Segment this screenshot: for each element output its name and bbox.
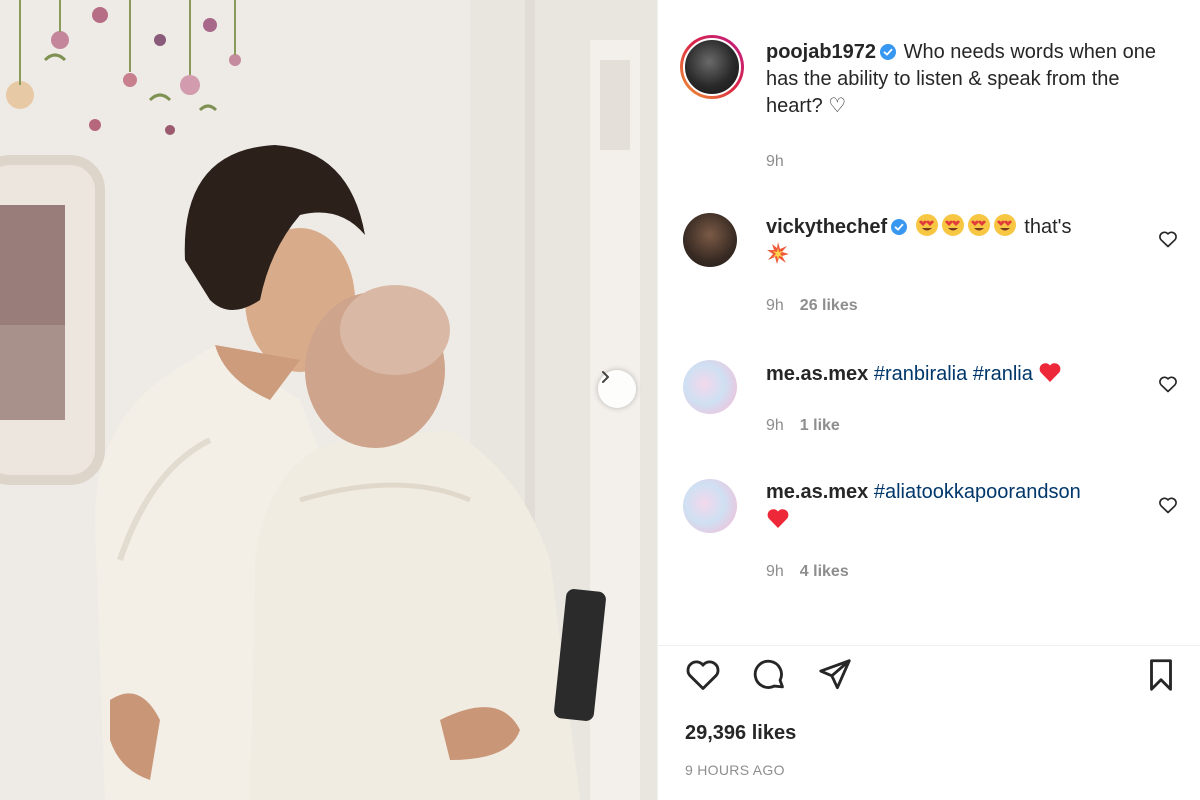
- photo-illustration: [0, 0, 657, 800]
- post-likes-count[interactable]: 29,396 likes: [685, 722, 796, 745]
- comment-time[interactable]: 9h: [766, 297, 784, 314]
- comment-meta: 9h 26 likes: [766, 297, 874, 315]
- verified-badge-icon: [891, 219, 908, 235]
- comment-like-heart-icon[interactable]: [1158, 495, 1178, 515]
- comment-meta: 9h 1 like: [766, 417, 856, 435]
- chevron-right-icon: [602, 371, 609, 383]
- caption-meta: 9h: [766, 153, 800, 171]
- caption-time[interactable]: 9h: [766, 153, 784, 170]
- comment-username[interactable]: me.as.mex: [766, 363, 868, 385]
- heart-eyes-emoji-icon: [993, 214, 1016, 236]
- comment-hashtags[interactable]: #ranbiralia #ranlia: [874, 363, 1033, 385]
- post-photo[interactable]: [0, 0, 657, 800]
- next-photo-button[interactable]: [598, 370, 636, 408]
- collision-emoji-icon: [767, 242, 789, 264]
- comment-username[interactable]: vickythechef: [766, 216, 887, 238]
- comment-icon[interactable]: [750, 656, 788, 694]
- bookmark-icon[interactable]: [1142, 656, 1180, 694]
- post-timestamp[interactable]: 9 HOURS AGO: [685, 762, 785, 778]
- comment-like-heart-icon[interactable]: [1158, 229, 1178, 249]
- comment-text: vickythechef that's: [766, 213, 1156, 269]
- post-side-panel: poojab1972 Who needs words when one has …: [657, 0, 1200, 800]
- comment-username[interactable]: me.as.mex: [766, 481, 868, 503]
- comment-time[interactable]: 9h: [766, 563, 784, 580]
- verified-badge-icon: [880, 44, 897, 60]
- heart-eyes-emoji-icon: [967, 214, 990, 236]
- comment-meta: 9h 4 likes: [766, 563, 865, 581]
- comment-like-heart-icon[interactable]: [1158, 374, 1178, 394]
- heart-eyes-emoji-icon: [941, 214, 964, 236]
- post-actions: 29,396 likes 9 HOURS AGO: [658, 645, 1200, 800]
- comment-avatar[interactable]: [683, 213, 737, 267]
- comment-body: that's: [1024, 216, 1072, 238]
- comment-likes[interactable]: 4 likes: [800, 563, 849, 580]
- post-caption: poojab1972 Who needs words when one has …: [766, 39, 1176, 120]
- heart-eyes-emoji-icon: [915, 214, 938, 236]
- comment-likes[interactable]: 1 like: [800, 417, 840, 434]
- author-avatar[interactable]: [680, 35, 744, 99]
- red-heart-emoji-icon: [1040, 363, 1061, 382]
- comment-avatar[interactable]: [683, 360, 737, 414]
- comment-time[interactable]: 9h: [766, 417, 784, 434]
- share-icon[interactable]: [816, 656, 854, 694]
- comment-hashtags[interactable]: #aliatookkapoorandson: [874, 481, 1081, 503]
- red-heart-emoji-icon: [767, 509, 789, 528]
- heart-icon[interactable]: [684, 656, 722, 694]
- comment-likes[interactable]: 26 likes: [800, 297, 858, 314]
- comment-text: me.as.mex #aliatookkapoorandson: [766, 479, 1156, 534]
- comment-text: me.as.mex #ranbiralia #ranlia: [766, 360, 1156, 388]
- comment-avatar[interactable]: [683, 479, 737, 533]
- author-username[interactable]: poojab1972: [766, 41, 876, 63]
